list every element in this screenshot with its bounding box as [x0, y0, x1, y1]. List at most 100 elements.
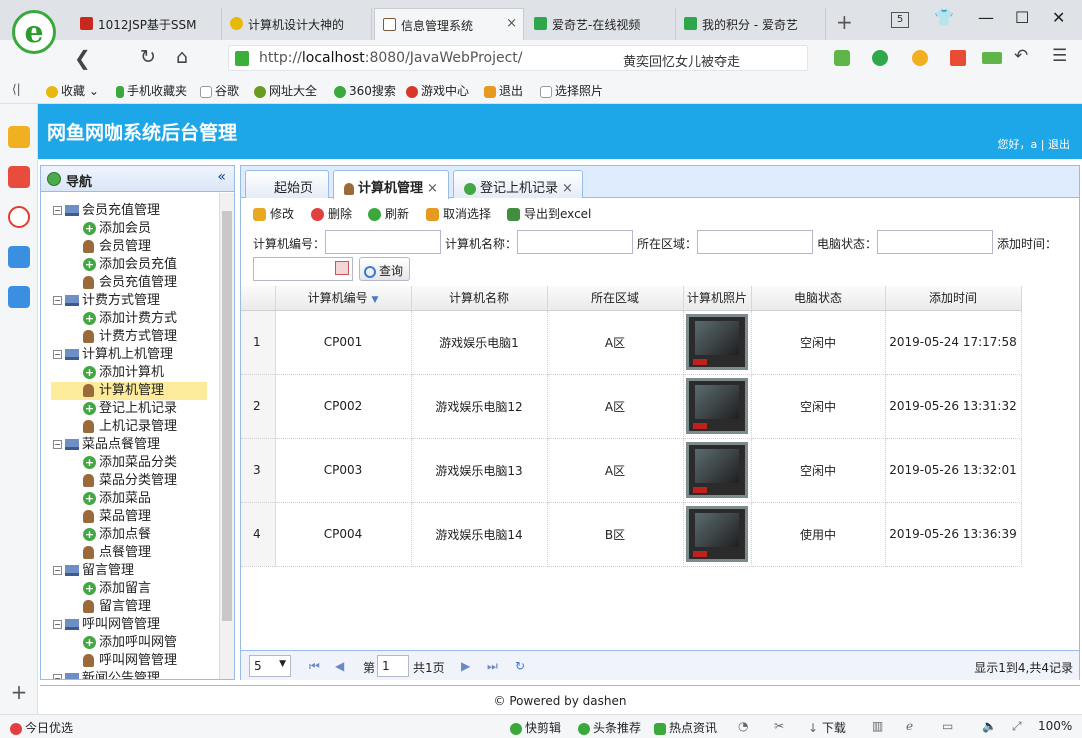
url-text[interactable]: http://localhost:8080/JavaWebProject/ — [259, 50, 523, 66]
close-tab-icon[interactable]: × — [506, 16, 517, 31]
coin-icon[interactable] — [912, 50, 928, 66]
last-page-icon[interactable]: ⏭ — [487, 659, 498, 674]
edit-button[interactable]: 修改 — [253, 205, 294, 222]
nav-item[interactable]: + 添加菜品分类 — [83, 454, 177, 472]
nav-item[interactable]: + 添加菜品 — [83, 490, 151, 508]
nav-item[interactable]: 计费方式管理 — [83, 328, 177, 346]
zoom-level[interactable]: 100% — [1038, 719, 1072, 733]
browser-tab[interactable]: 计算机设计大神的 — [222, 8, 372, 40]
area-input[interactable] — [697, 230, 813, 254]
undo-icon[interactable]: ↶ — [1014, 46, 1028, 66]
first-page-icon[interactable]: ⏮ — [309, 659, 320, 674]
computer-name-input[interactable] — [517, 230, 633, 254]
column-header[interactable]: 电脑状态 — [751, 286, 886, 311]
status-item[interactable]: 热点资讯 — [654, 719, 717, 736]
logout-link[interactable]: 退出 — [1048, 138, 1070, 151]
close-tab-icon[interactable]: × — [427, 181, 438, 196]
bookmark-item[interactable]: 退出 — [484, 82, 523, 99]
maximize-button[interactable]: ☐ — [1015, 8, 1029, 27]
nav-group[interactable]: − 呼叫网管管理 — [53, 616, 160, 634]
nav-group[interactable]: − 计费方式管理 — [53, 292, 160, 310]
query-button[interactable]: 查询 — [359, 257, 411, 281]
url-bar[interactable]: http://localhost:8080/JavaWebProject/ 黄奕… — [228, 45, 808, 71]
news-icon[interactable] — [8, 166, 30, 188]
column-header[interactable]: 计算机照片 — [683, 286, 752, 311]
nav-item[interactable]: + 添加计费方式 — [83, 310, 177, 328]
prev-page-icon[interactable]: ◀ — [335, 659, 344, 673]
tab-computer-management[interactable]: 计算机管理 × — [333, 170, 449, 199]
close-window-button[interactable]: ✕ — [1052, 8, 1065, 27]
close-tab-icon[interactable]: × — [562, 181, 573, 196]
bookmark-item[interactable]: 谷歌 — [200, 82, 239, 99]
table-row[interactable]: 1 CP001 游戏娱乐电脑1 A区 空闲中 2019-05-24 17:17:58 — [241, 310, 1022, 375]
browser-tab-active[interactable]: 信息管理系统 × — [374, 8, 524, 40]
collapse-toggle-icon[interactable]: − — [53, 620, 62, 629]
delete-button[interactable]: 删除 — [311, 205, 352, 222]
collapse-toggle-icon[interactable]: − — [53, 566, 62, 575]
column-header[interactable]: 添加时间 — [885, 286, 1022, 311]
tab-home[interactable]: 起始页 — [245, 170, 329, 198]
browser-tab[interactable]: 爱奇艺-在线视频 — [526, 8, 676, 40]
favorites-icon[interactable] — [8, 126, 30, 148]
sidebar-toggle-icon[interactable]: ⟨| — [12, 82, 21, 96]
browser-logo-icon[interactable]: e — [12, 10, 56, 54]
document-icon[interactable] — [8, 286, 30, 308]
bookmark-item[interactable]: 游戏中心 — [406, 82, 469, 99]
collapse-toggle-icon[interactable]: − — [53, 440, 62, 449]
refresh-icon[interactable]: ↻ — [515, 659, 525, 673]
status-item[interactable]: 头条推荐 — [578, 719, 641, 736]
speed-icon[interactable]: ◔ — [738, 719, 748, 733]
mail-icon[interactable] — [8, 246, 30, 268]
manage-icon[interactable]: ▥ — [872, 719, 883, 733]
collapse-toggle-icon[interactable]: − — [53, 206, 62, 215]
cancel-selection-button[interactable]: 取消选择 — [426, 205, 491, 222]
battery-icon[interactable] — [982, 52, 1002, 64]
nav-item[interactable]: 计算机管理 — [51, 382, 207, 400]
computer-photo[interactable] — [686, 314, 748, 370]
nav-item[interactable]: + 添加留言 — [83, 580, 151, 598]
bookmark-item[interactable]: 手机收藏夹 — [116, 82, 187, 99]
nav-item[interactable]: 菜品分类管理 — [83, 472, 177, 490]
tree-scrollbar[interactable] — [219, 193, 234, 679]
scissors-icon[interactable] — [834, 50, 850, 66]
add-icon[interactable]: + — [8, 680, 30, 704]
bookmark-item[interactable]: 360搜索 — [334, 82, 396, 99]
nav-group[interactable]: − 新闻公告管理 — [53, 670, 160, 679]
column-header[interactable]: 所在区域 — [547, 286, 684, 311]
window-icon[interactable]: ▭ — [942, 719, 953, 733]
column-header[interactable]: 计算机名称 — [411, 286, 548, 311]
next-page-icon[interactable]: ▶ — [461, 659, 470, 673]
computer-photo[interactable] — [686, 506, 748, 562]
nav-item[interactable]: + 添加点餐 — [83, 526, 151, 544]
nav-item[interactable]: 呼叫网管管理 — [83, 652, 177, 670]
page-size-select[interactable]: 5 ▼ — [249, 655, 291, 677]
status-item[interactable]: 快剪辑 — [510, 719, 561, 736]
nav-item[interactable]: 菜品管理 — [83, 508, 151, 526]
bookmark-item[interactable]: 网址大全 — [254, 82, 317, 99]
export-excel-button[interactable]: 导出到excel — [507, 205, 591, 222]
refresh-button[interactable]: 刷新 — [368, 205, 409, 222]
computer-photo[interactable] — [686, 442, 748, 498]
collapse-icon[interactable]: « — [217, 169, 226, 185]
nav-group[interactable]: − 会员充值管理 — [53, 202, 160, 220]
nav-item[interactable]: 会员充值管理 — [83, 274, 177, 292]
nav-item[interactable]: 留言管理 — [83, 598, 151, 616]
scrollbar-thumb[interactable] — [222, 211, 232, 621]
bookmark-item[interactable]: 收藏 ⌄ — [46, 82, 99, 99]
nav-group[interactable]: − 计算机上机管理 — [53, 346, 173, 364]
collapse-toggle-icon[interactable]: − — [53, 296, 62, 305]
weibo-icon[interactable] — [8, 206, 30, 228]
zoom-icon[interactable]: ⤢ — [1012, 719, 1022, 734]
table-row[interactable]: 4 CP004 游戏娱乐电脑14 B区 使用中 2019-05-26 13:36:39 — [241, 502, 1022, 567]
new-tab-button[interactable]: + — [836, 10, 853, 34]
download-item[interactable]: ↓ 下载 — [808, 719, 846, 736]
computer-code-input[interactable] — [325, 230, 441, 254]
computer-photo[interactable] — [686, 378, 748, 434]
translate-icon[interactable] — [872, 50, 888, 66]
calendar-icon[interactable] — [335, 261, 349, 275]
screenshot-icon[interactable]: ✂ — [774, 719, 784, 733]
state-input[interactable] — [877, 230, 993, 254]
tab-count-badge[interactable]: 5 — [891, 12, 909, 28]
refresh-icon[interactable]: ↻ — [140, 46, 156, 68]
nav-group[interactable]: − 留言管理 — [53, 562, 134, 580]
